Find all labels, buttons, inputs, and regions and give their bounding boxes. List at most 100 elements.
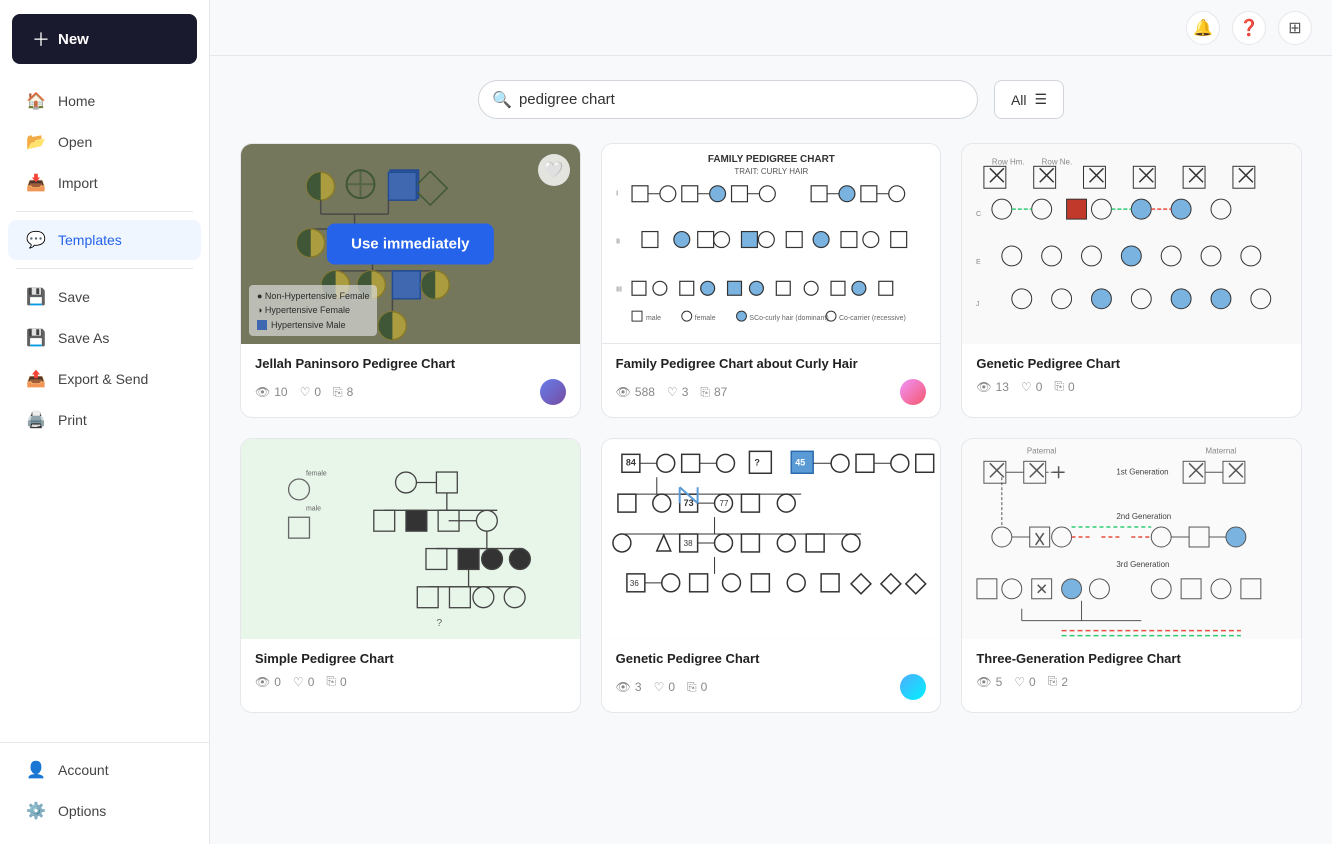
card-info-genetic-1: Genetic Pedigree Chart 👁 13 ♡ 0 ⎘ 0	[962, 344, 1301, 406]
card-title-genetic-2: Genetic Pedigree Chart	[616, 651, 927, 666]
save-as-icon: 💾	[26, 328, 46, 348]
views-stat-6: 👁 5	[976, 675, 1002, 689]
filter-button[interactable]: All ☰	[994, 80, 1064, 119]
card-overlay: Use immediately	[241, 144, 580, 344]
sidebar-label-export: Export & Send	[58, 371, 148, 387]
copies-count-5: 0	[701, 680, 708, 694]
views-count-3: 13	[996, 380, 1009, 394]
svg-text:E: E	[976, 259, 981, 266]
card-image-genetic-1: Row Hm. Row Ne.	[962, 144, 1301, 344]
sidebar-label-account: Account	[58, 762, 109, 778]
card-title-three-gen: Three-Generation Pedigree Chart	[976, 651, 1287, 666]
sidebar-item-save[interactable]: 💾 Save	[8, 277, 201, 317]
eye-icon-3: 👁	[976, 380, 991, 394]
sidebar-item-print[interactable]: 🖨️ Print	[8, 400, 201, 440]
template-card-genetic-2[interactable]: 84 ? 45	[601, 438, 942, 713]
svg-text:84: 84	[626, 457, 636, 467]
open-icon: 📂	[26, 132, 46, 152]
sidebar-item-import[interactable]: 📥 Import	[8, 163, 201, 203]
sidebar: ＋ New 🏠 Home 📂 Open 📥 Import 💬 Templates…	[0, 0, 210, 844]
help-button[interactable]: ❓	[1232, 11, 1266, 45]
pedigree-diagram-4: female male	[241, 439, 580, 639]
sidebar-item-home[interactable]: 🏠 Home	[8, 81, 201, 121]
bell-icon: 🔔	[1193, 18, 1213, 38]
account-icon: 👤	[26, 760, 46, 780]
likes-count-5: 0	[668, 680, 675, 694]
avatar-1	[540, 379, 566, 405]
sidebar-label-print: Print	[58, 412, 87, 428]
pedigree-diagram-3: Row Hm. Row Ne.	[962, 144, 1301, 344]
search-row: 🔍 All ☰	[240, 80, 1302, 119]
template-grid: ● Non-Hypertensive Female ◑ Hypertensive…	[240, 143, 1302, 713]
favorite-button-1[interactable]: 🤍	[538, 154, 570, 186]
copy-icon-5: ⎘	[687, 680, 697, 695]
copies-stat-5: ⎘ 0	[687, 680, 707, 695]
copies-count-2: 87	[714, 385, 727, 399]
template-card-three-gen[interactable]: Paternal Maternal 1st Generation	[961, 438, 1302, 713]
sidebar-item-templates[interactable]: 💬 Templates	[8, 220, 201, 260]
card-image-family-curly: FAMILY PEDIGREE CHART TRAIT: CURLY HAIR …	[602, 144, 941, 344]
svg-text:1st Generation: 1st Generation	[1117, 467, 1169, 476]
card-stats-genetic-1: 👁 13 ♡ 0 ⎘ 0	[976, 379, 1287, 394]
likes-count-6: 0	[1029, 675, 1036, 689]
svg-text:male: male	[306, 505, 321, 512]
new-button[interactable]: ＋ New	[12, 14, 197, 64]
nav-divider-1	[16, 211, 193, 212]
sidebar-label-templates: Templates	[58, 232, 122, 248]
svg-text:77: 77	[719, 499, 728, 508]
filter-all-label: All	[1011, 92, 1027, 108]
likes-stat-4: ♡ 0	[293, 675, 314, 689]
notification-button[interactable]: 🔔	[1186, 11, 1220, 45]
card-title-family-curly: Family Pedigree Chart about Curly Hair	[616, 356, 927, 371]
copies-stat: ⎘ 8	[333, 385, 353, 400]
content-area: 🔍 All ☰	[210, 56, 1332, 844]
sidebar-label-save: Save	[58, 289, 90, 305]
avatar-2	[900, 379, 926, 405]
sidebar-item-export[interactable]: 📤 Export & Send	[8, 359, 201, 399]
top-bar: 🔔 ❓ ⊞	[210, 0, 1332, 56]
svg-text:36: 36	[630, 579, 639, 588]
sidebar-label-save-as: Save As	[58, 330, 109, 346]
svg-text:female: female	[694, 315, 715, 322]
use-immediately-button[interactable]: Use immediately	[327, 224, 493, 265]
copy-icon-6: ⎘	[1048, 674, 1058, 689]
template-card-green[interactable]: female male	[240, 438, 581, 713]
copies-count-6: 2	[1061, 675, 1068, 689]
svg-text:Row Hm.: Row Hm.	[992, 157, 1025, 166]
template-card-family-curly[interactable]: FAMILY PEDIGREE CHART TRAIT: CURLY HAIR …	[601, 143, 942, 418]
sidebar-item-account[interactable]: 👤 Account	[8, 750, 201, 790]
pedigree-diagram-5: 84 ? 45	[602, 439, 941, 639]
search-icon: 🔍	[492, 90, 512, 110]
heart-icon-6: ♡	[1014, 675, 1025, 689]
svg-text:38: 38	[683, 539, 692, 548]
sidebar-item-save-as[interactable]: 💾 Save As	[8, 318, 201, 358]
heart-icon-3: ♡	[1021, 380, 1032, 394]
copies-count-3: 0	[1068, 380, 1075, 394]
nav-divider-2	[16, 268, 193, 269]
svg-text:female: female	[306, 471, 327, 478]
template-card-genetic-1[interactable]: Row Hm. Row Ne.	[961, 143, 1302, 418]
search-input[interactable]	[478, 80, 978, 119]
copy-icon: ⎘	[333, 385, 343, 400]
svg-text:73: 73	[683, 498, 693, 508]
search-wrapper: 🔍	[478, 80, 978, 119]
help-icon: ❓	[1239, 18, 1259, 38]
eye-icon-2: 👁	[616, 385, 631, 399]
card-info-jellah: Jellah Paninsoro Pedigree Chart 👁 10 ♡ 0…	[241, 344, 580, 417]
views-stat-3: 👁 13	[976, 380, 1009, 394]
copies-count-4: 0	[340, 675, 347, 689]
sidebar-item-options[interactable]: ⚙️ Options	[8, 791, 201, 831]
svg-text:I: I	[616, 191, 618, 198]
sidebar-item-open[interactable]: 📂 Open	[8, 122, 201, 162]
card-image-genetic-2: 84 ? 45	[602, 439, 941, 639]
sidebar-label-open: Open	[58, 134, 92, 150]
template-card-jellah[interactable]: ● Non-Hypertensive Female ◑ Hypertensive…	[240, 143, 581, 418]
grid-button[interactable]: ⊞	[1278, 11, 1312, 45]
card-stats-family-curly: 👁 588 ♡ 3 ⎘ 87	[616, 379, 927, 405]
save-icon: 💾	[26, 287, 46, 307]
likes-count-3: 0	[1036, 380, 1043, 394]
likes-count: 0	[314, 385, 321, 399]
copies-stat-3: ⎘ 0	[1054, 379, 1074, 394]
eye-icon-5: 👁	[616, 680, 631, 694]
heart-icon: 🤍	[544, 160, 564, 180]
